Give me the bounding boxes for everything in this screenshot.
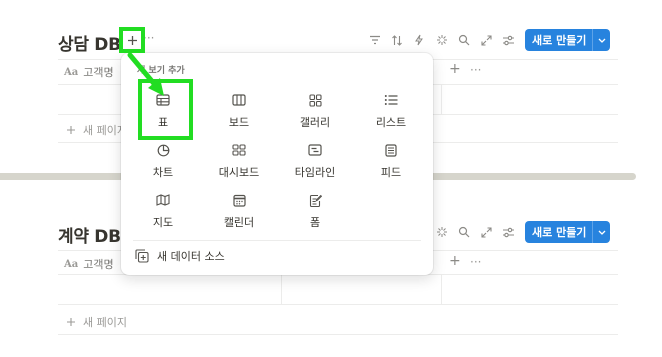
text-property-icon: Aa [64, 66, 79, 78]
top-new-dropdown[interactable] [592, 29, 610, 51]
menu-separator [133, 240, 421, 241]
bottom-column-header-name[interactable]: Aa 고객명 [64, 256, 114, 272]
top-column-header-name[interactable]: Aa 고객명 [64, 64, 114, 80]
bottom-new-page-label: 새 페이지 [83, 316, 127, 329]
chart-icon [155, 142, 171, 158]
view-option-timeline[interactable]: 타임라인 [280, 139, 350, 183]
gallery-icon [307, 92, 323, 108]
bottom-new-dropdown[interactable] [592, 221, 610, 243]
top-column-label: 고객명 [83, 66, 114, 79]
search-icon[interactable] [455, 223, 473, 241]
automation-bolt-icon[interactable] [410, 31, 428, 49]
bottom-new-button-label[interactable]: 새로 만들기 [525, 221, 592, 243]
top-add-column-button[interactable]: + [449, 61, 461, 77]
bottom-new-page-row[interactable]: 새 페이지 [66, 314, 127, 330]
bottom-add-column-button[interactable]: + [449, 253, 461, 269]
new-data-source-label: 새 데이터 소스 [157, 250, 225, 263]
expand-icon[interactable] [477, 223, 495, 241]
chevron-down-icon [598, 230, 606, 235]
view-option-label: 지도 [152, 216, 174, 229]
top-db-title[interactable]: 상담 DB [58, 30, 121, 55]
annotation-arrow [127, 52, 164, 96]
plus-icon [67, 126, 75, 134]
filter-icon[interactable] [366, 31, 384, 49]
settings-sliders-icon[interactable] [499, 31, 517, 49]
bottom-column-label: 고객명 [83, 258, 114, 271]
top-column-more[interactable]: ··· [470, 63, 481, 77]
board-icon [231, 92, 247, 108]
view-option-label: 타임라인 [294, 166, 336, 179]
dashboard-icon [231, 142, 247, 158]
timeline-icon [307, 142, 323, 158]
view-option-list[interactable]: 리스트 [356, 89, 426, 133]
calendar-icon [231, 192, 247, 208]
view-option-feed[interactable]: 피드 [356, 139, 426, 183]
bottom-table-col-divider-1 [281, 274, 282, 304]
view-option-calendar[interactable]: 캘린더 [204, 189, 274, 233]
view-option-board[interactable]: 보드 [204, 89, 274, 133]
bottom-table-col-divider-2 [441, 274, 442, 304]
bottom-new-button[interactable]: 새로 만들기 [525, 221, 611, 243]
view-option-label: 폼 [309, 216, 321, 229]
view-option-chart[interactable]: 차트 [128, 139, 198, 183]
bottom-column-more[interactable]: ··· [470, 255, 481, 269]
search-icon[interactable] [455, 31, 473, 49]
form-icon [307, 192, 323, 208]
bottom-table-bottom-border [58, 334, 618, 335]
top-new-button-label[interactable]: 새로 만들기 [525, 29, 592, 51]
bottom-db-title[interactable]: 계약 DB [58, 222, 121, 247]
view-option-map[interactable]: 지도 [128, 189, 198, 233]
sort-icon[interactable] [388, 31, 406, 49]
view-option-label: 리스트 [375, 116, 407, 129]
highlight-add-view-button [119, 27, 145, 53]
list-icon [383, 92, 399, 108]
settings-sliders-icon[interactable] [499, 223, 517, 241]
new-data-source-item[interactable]: 새 데이터 소스 [135, 248, 225, 264]
bottom-table-row-border [58, 304, 618, 305]
map-icon [155, 192, 171, 208]
top-new-button[interactable]: 새로 만들기 [525, 29, 611, 51]
top-new-page-row[interactable]: 새 페이지 [66, 122, 127, 138]
chevron-down-icon [598, 38, 606, 43]
plus-icon [67, 318, 75, 326]
view-option-label: 차트 [152, 166, 174, 179]
view-option-label: 갤러리 [299, 116, 331, 129]
text-property-icon: Aa [64, 258, 79, 270]
view-option-label: 피드 [380, 166, 402, 179]
view-option-label: 대시보드 [218, 166, 260, 179]
feed-icon [383, 142, 399, 158]
view-option-dashboard[interactable]: 대시보드 [204, 139, 274, 183]
ai-sparkle-icon[interactable] [433, 223, 451, 241]
expand-icon[interactable] [477, 31, 495, 49]
view-option-form[interactable]: 폼 [280, 189, 350, 233]
view-option-label: 보드 [228, 116, 250, 129]
view-option-label: 캘린더 [223, 216, 255, 229]
view-option-gallery[interactable]: 갤러리 [280, 89, 350, 133]
top-table-col-divider [441, 84, 442, 114]
ai-sparkle-icon[interactable] [433, 31, 451, 49]
add-source-icon [135, 249, 149, 263]
